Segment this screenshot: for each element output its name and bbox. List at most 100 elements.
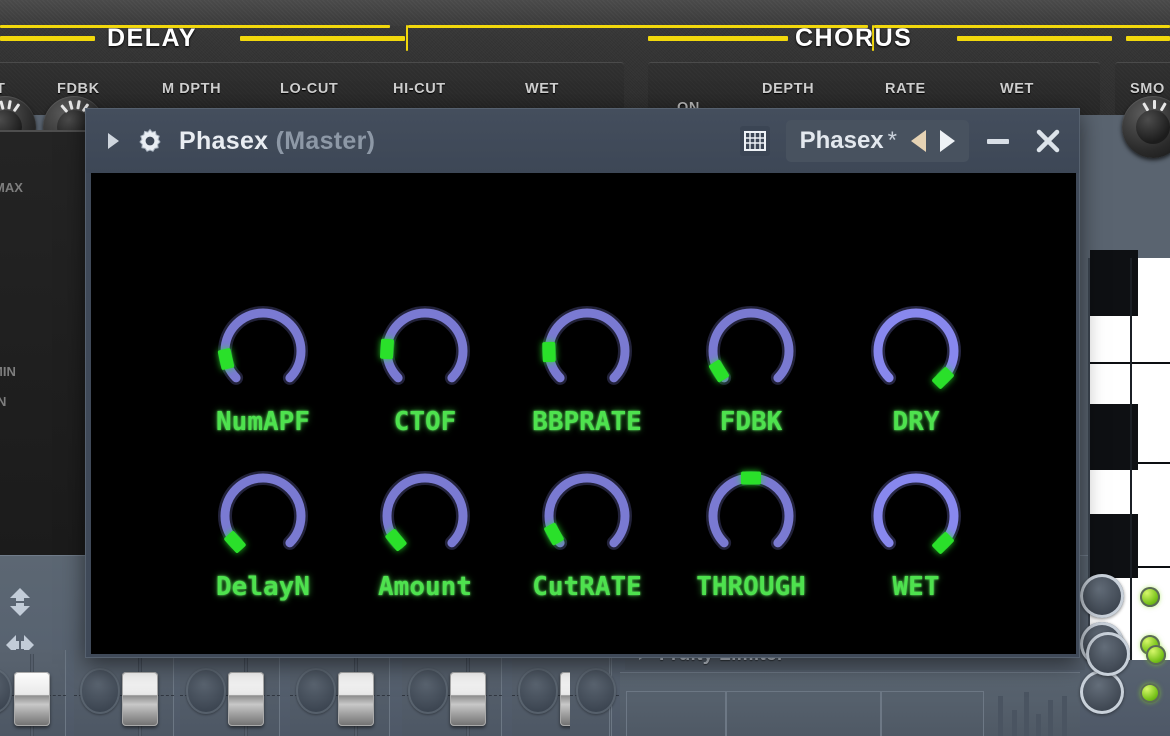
insert-led[interactable] bbox=[1140, 587, 1160, 607]
knob-through[interactable]: THROUGH bbox=[669, 466, 833, 602]
host-knob[interactable] bbox=[1122, 96, 1170, 158]
close-icon[interactable] bbox=[1035, 128, 1061, 154]
knob-ring bbox=[871, 471, 961, 550]
grid-keyboard-icon[interactable] bbox=[739, 126, 770, 156]
insert-knob[interactable] bbox=[1086, 632, 1130, 676]
preset-prev-button[interactable] bbox=[911, 130, 926, 152]
volume-fader-handle[interactable] bbox=[122, 672, 158, 726]
plugin-window-phasex[interactable]: Phasex (Master) Phasex * NumAPF CTOF BBP… bbox=[85, 108, 1080, 658]
triangle-right-icon[interactable] bbox=[108, 133, 119, 149]
mixer-meter-bar bbox=[1012, 710, 1017, 736]
delay-rule-right bbox=[240, 36, 405, 41]
host-knob-tick bbox=[1159, 102, 1167, 112]
mixer-channel-strip[interactable] bbox=[74, 650, 174, 736]
mixer-channel-strip[interactable] bbox=[0, 650, 66, 736]
chorus-rule-right bbox=[957, 36, 1112, 41]
param-label-wet: WET bbox=[525, 81, 560, 97]
knob-dial-through[interactable] bbox=[701, 466, 801, 566]
knob-dial-wet[interactable] bbox=[866, 466, 966, 566]
graph-min-label: MIN bbox=[0, 364, 16, 379]
knob-ring bbox=[871, 306, 961, 385]
knob-delayn[interactable]: DelayN bbox=[181, 466, 345, 602]
mixer-cell[interactable] bbox=[626, 691, 726, 736]
section-title-delay: DELAY bbox=[107, 24, 197, 52]
knob-label-delayn: DelayN bbox=[216, 572, 310, 602]
volume-fader-handle[interactable] bbox=[228, 672, 264, 726]
titlebar-right-controls: Phasex * bbox=[739, 120, 1079, 162]
mixer-channel-strip[interactable] bbox=[180, 650, 280, 736]
section-title-chorus: CHORUS bbox=[795, 24, 913, 52]
pan-knob[interactable] bbox=[408, 668, 448, 714]
knob-numapf[interactable]: NumAPF bbox=[181, 301, 345, 437]
mixer-cell[interactable] bbox=[726, 691, 881, 736]
knob-dial-amount[interactable] bbox=[375, 466, 475, 566]
knob-dial-dry[interactable] bbox=[866, 301, 966, 401]
knob-wet[interactable]: WET bbox=[834, 466, 998, 602]
param-label-hicut: HI-CUT bbox=[393, 81, 446, 97]
host-knob-tick bbox=[12, 103, 21, 113]
pan-knob[interactable] bbox=[80, 668, 120, 714]
mixer-channel-strip[interactable] bbox=[570, 650, 670, 736]
insert-knob[interactable] bbox=[1080, 574, 1124, 618]
param-label-smooth: SMO bbox=[1130, 81, 1165, 97]
next-rule bbox=[1126, 36, 1170, 41]
knob-dial-ctof[interactable] bbox=[375, 301, 475, 401]
gear-icon[interactable] bbox=[137, 128, 163, 154]
preset-name: Phasex bbox=[799, 127, 884, 154]
volume-fader-handle[interactable] bbox=[338, 672, 374, 726]
knob-ctof[interactable]: CTOF bbox=[343, 301, 507, 437]
plugin-title: Phasex (Master) bbox=[179, 127, 375, 156]
param-label-fdbk: FDBK bbox=[57, 81, 100, 97]
pan-knob[interactable] bbox=[518, 668, 558, 714]
pan-knob[interactable] bbox=[296, 668, 336, 714]
mixer-channel-strip[interactable] bbox=[402, 650, 502, 736]
knob-ring bbox=[542, 471, 632, 550]
plugin-titlebar[interactable]: Phasex (Master) Phasex * bbox=[86, 109, 1079, 173]
chorus-rule-left bbox=[648, 36, 788, 41]
pan-knob[interactable] bbox=[0, 668, 12, 714]
insert-led[interactable] bbox=[1140, 683, 1160, 703]
mixer-cell[interactable] bbox=[881, 691, 984, 736]
knob-marker bbox=[379, 338, 395, 359]
plugin-canvas[interactable]: NumAPF CTOF BBPRATE FDBK DRY DelayN Amount CutR… bbox=[91, 173, 1076, 654]
knob-dial-cutrate[interactable] bbox=[537, 466, 637, 566]
knob-dry[interactable]: DRY bbox=[834, 301, 998, 437]
volume-fader-handle[interactable] bbox=[14, 672, 50, 726]
preset-selector[interactable]: Phasex * bbox=[785, 120, 969, 162]
insert-knob[interactable] bbox=[1080, 670, 1124, 714]
host-knob-tick bbox=[60, 104, 69, 114]
param-label-t: T bbox=[0, 81, 6, 97]
knob-marker bbox=[542, 341, 556, 363]
divider-line bbox=[406, 25, 408, 51]
knob-label-cutrate: CutRATE bbox=[532, 572, 642, 602]
knob-ring bbox=[218, 471, 308, 550]
knob-label-fdbk: FDBK bbox=[719, 407, 783, 437]
mixer-meter-bar bbox=[1024, 692, 1029, 736]
pan-knob[interactable] bbox=[186, 668, 226, 714]
minimize-icon[interactable] bbox=[987, 138, 1009, 144]
volume-fader-handle[interactable] bbox=[450, 672, 486, 726]
host-plugin-top-strip bbox=[0, 0, 1170, 26]
mixer-meter-bar bbox=[1036, 714, 1041, 736]
arrows-up-down-icon[interactable] bbox=[3, 585, 37, 619]
mixer-meter-bar bbox=[1048, 700, 1053, 736]
knob-bbprate[interactable]: BBPRATE bbox=[505, 301, 669, 437]
knob-amount[interactable]: Amount bbox=[343, 466, 507, 602]
preset-next-button[interactable] bbox=[940, 130, 955, 152]
insert-led[interactable] bbox=[1146, 645, 1166, 665]
host-plugin-panel: DELAY CHORUS T FDBK M DPTH LO-CUT HI-CUT… bbox=[0, 0, 1170, 158]
knob-dial-fdbk[interactable] bbox=[701, 301, 801, 401]
param-label-depth: DEPTH bbox=[762, 81, 815, 97]
param-label-wet-2: WET bbox=[1000, 81, 1035, 97]
mixer-channel-strip[interactable] bbox=[290, 650, 390, 736]
knob-dial-numapf[interactable] bbox=[213, 301, 313, 401]
pan-knob[interactable] bbox=[576, 668, 616, 714]
host-knob-tick bbox=[1153, 100, 1156, 109]
knob-dial-delayn[interactable] bbox=[213, 466, 313, 566]
knob-dial-bbprate[interactable] bbox=[537, 301, 637, 401]
knob-fdbk[interactable]: FDBK bbox=[669, 301, 833, 437]
param-label-mdpth: M DPTH bbox=[162, 81, 222, 97]
screen: DELAY CHORUS T FDBK M DPTH LO-CUT HI-CUT… bbox=[0, 0, 1170, 736]
delay-rule-left bbox=[0, 36, 95, 41]
knob-cutrate[interactable]: CutRATE bbox=[505, 466, 669, 602]
